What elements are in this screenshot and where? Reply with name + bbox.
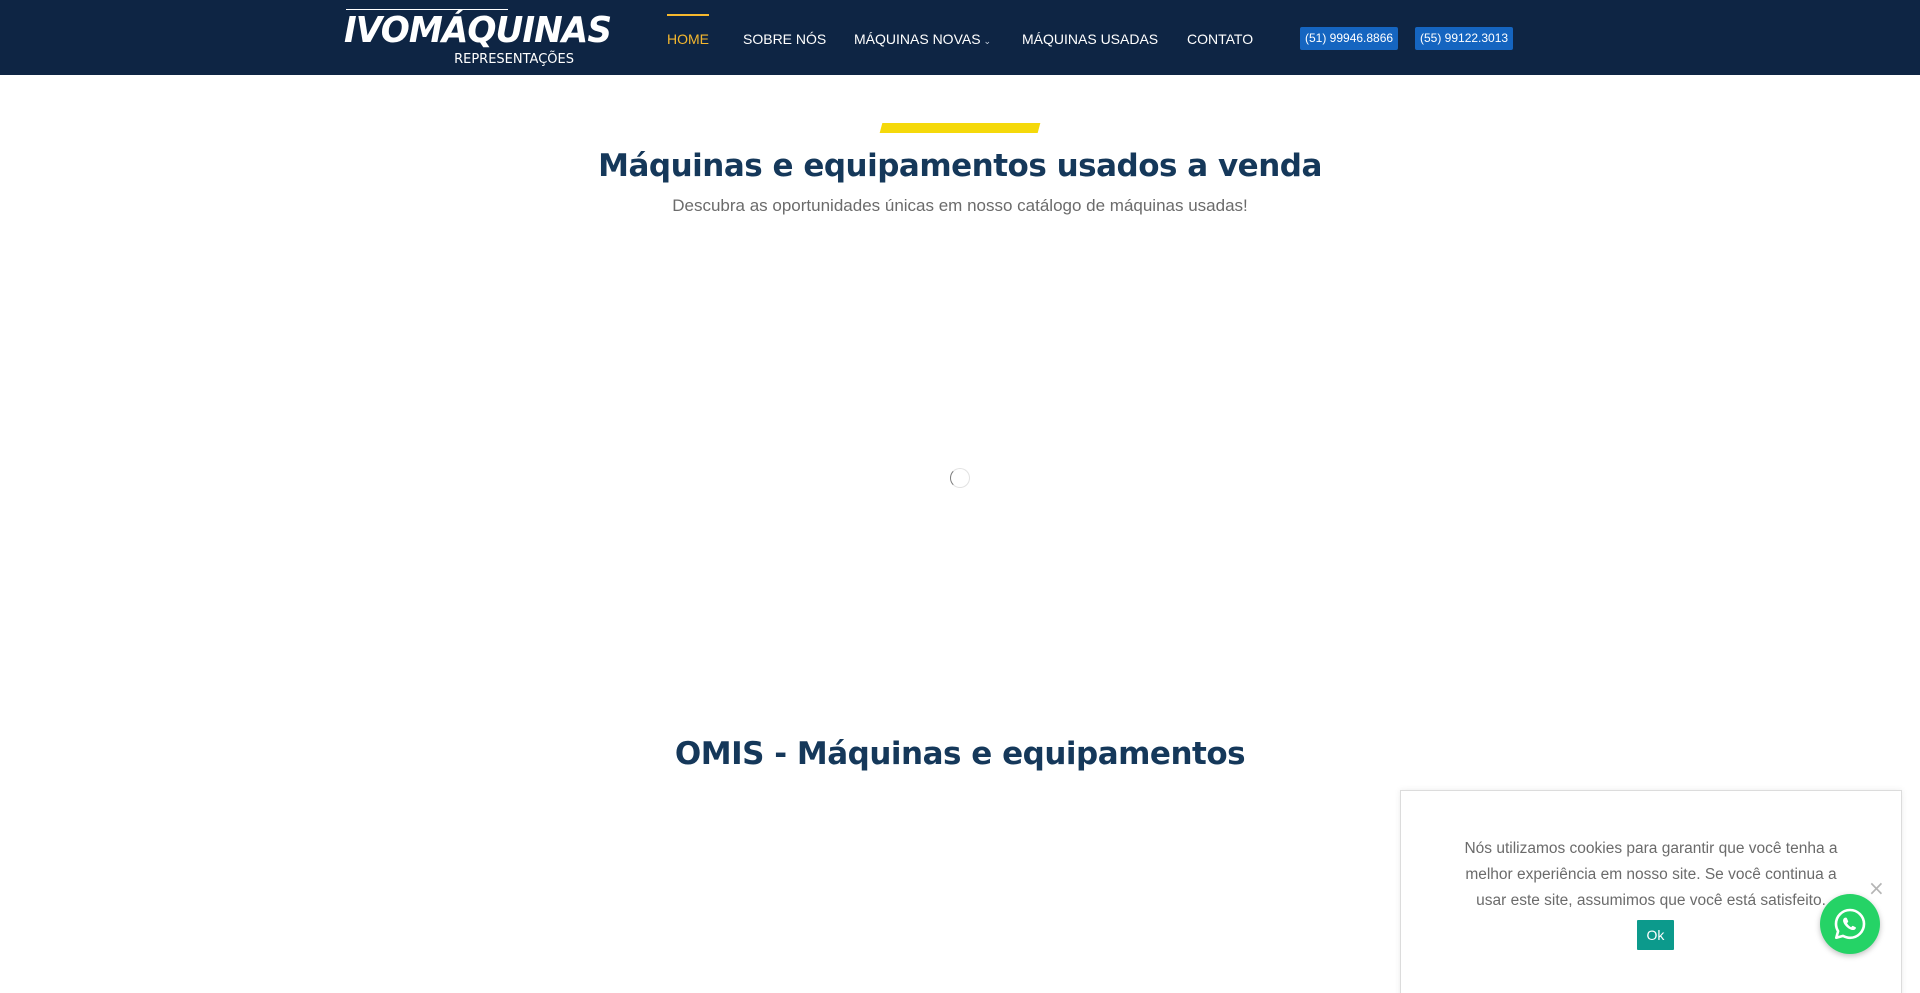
chevron-down-icon: ⌄: [983, 36, 992, 46]
logo-main-text: IVOMÁQUINAS: [344, 10, 612, 51]
cookie-banner: Nós utilizamos cookies para garantir que…: [1400, 790, 1902, 993]
nav-item-maquinas-novas[interactable]: MÁQUINAS NOVAS ⌄: [854, 31, 991, 49]
site-header: IVOMÁQUINAS REPRESENTAÇÕES HOME SOBRE NÓ…: [0, 0, 1920, 75]
nav-active-indicator: [667, 14, 709, 16]
cookie-text: Nós utilizamos cookies para garantir que…: [1464, 840, 1838, 909]
phone-button-1[interactable]: (51) 99946.8866: [1300, 27, 1399, 50]
whatsapp-button[interactable]: [1820, 894, 1880, 954]
nav-item-home[interactable]: HOME: [667, 31, 709, 47]
close-icon[interactable]: ×: [1868, 878, 1885, 898]
whatsapp-icon: [1834, 908, 1866, 940]
used-section-subtitle: Descubra as oportunidades únicas em noss…: [672, 196, 1248, 215]
nav-item-contato[interactable]: CONTATO: [1187, 31, 1253, 47]
section-accent-bar: [879, 123, 1041, 133]
loading-spinner-icon: [950, 468, 970, 488]
nav-item-maquinas-usadas[interactable]: MÁQUINAS USADAS: [1022, 31, 1158, 47]
cookie-ok-button[interactable]: Ok: [1637, 920, 1674, 950]
logo-sub-text: REPRESENTAÇÕES: [454, 52, 574, 67]
nav-item-sobre-nos[interactable]: SOBRE NÓS: [743, 31, 826, 47]
logo[interactable]: IVOMÁQUINAS REPRESENTAÇÕES: [344, 9, 612, 69]
used-section-title: Máquinas e equipamentos usados a venda: [598, 148, 1322, 184]
phone-button-2[interactable]: (55) 99122.3013: [1415, 27, 1514, 50]
nav-item-maquinas-novas-label: MÁQUINAS NOVAS: [854, 31, 981, 47]
omis-section-title: OMIS - Máquinas e equipamentos: [674, 736, 1246, 772]
